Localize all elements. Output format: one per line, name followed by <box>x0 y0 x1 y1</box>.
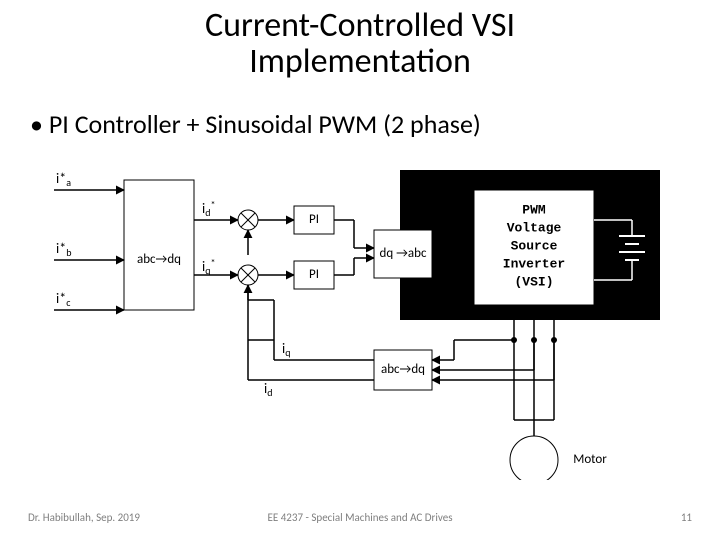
block-diagram: abc→dq i*a i*b i*c id* <box>54 160 666 480</box>
label-id: id <box>264 380 272 399</box>
footer-course: EE 4237 - Special Machines and AC Drives <box>0 511 720 524</box>
block-pi-top: PI <box>309 212 319 227</box>
label-ia-star: i*a <box>56 170 71 189</box>
motor-label: Motor <box>573 452 607 467</box>
vsi-l5: (VSI) <box>514 274 553 289</box>
footer-page: 11 <box>681 511 692 524</box>
block-pi-bot: PI <box>309 267 319 282</box>
label-iq: iq <box>282 340 290 359</box>
vsi-l2: Voltage <box>507 220 562 235</box>
block-fb-abc-to-dq: abc→dq <box>381 362 425 377</box>
label-ib-star: i*b <box>56 240 71 259</box>
vsi-l1: PWM <box>522 202 546 217</box>
vsi-l3: Source <box>511 238 558 253</box>
block-abc-to-dq: abc→dq <box>137 252 181 267</box>
label-iq-star: iq* <box>202 256 215 277</box>
slide-title: Current-Controlled VSI Implementation <box>0 8 720 79</box>
bullet-line: PI Controller + Sinusoidal PWM (2 phase) <box>30 108 481 140</box>
vsi-l4: Inverter <box>503 256 565 271</box>
label-id-star: id* <box>202 198 215 219</box>
block-dq-to-abc: dq →abc <box>380 246 427 261</box>
title-line-2: Implementation <box>249 41 471 82</box>
label-ic-star: i*c <box>56 290 71 309</box>
